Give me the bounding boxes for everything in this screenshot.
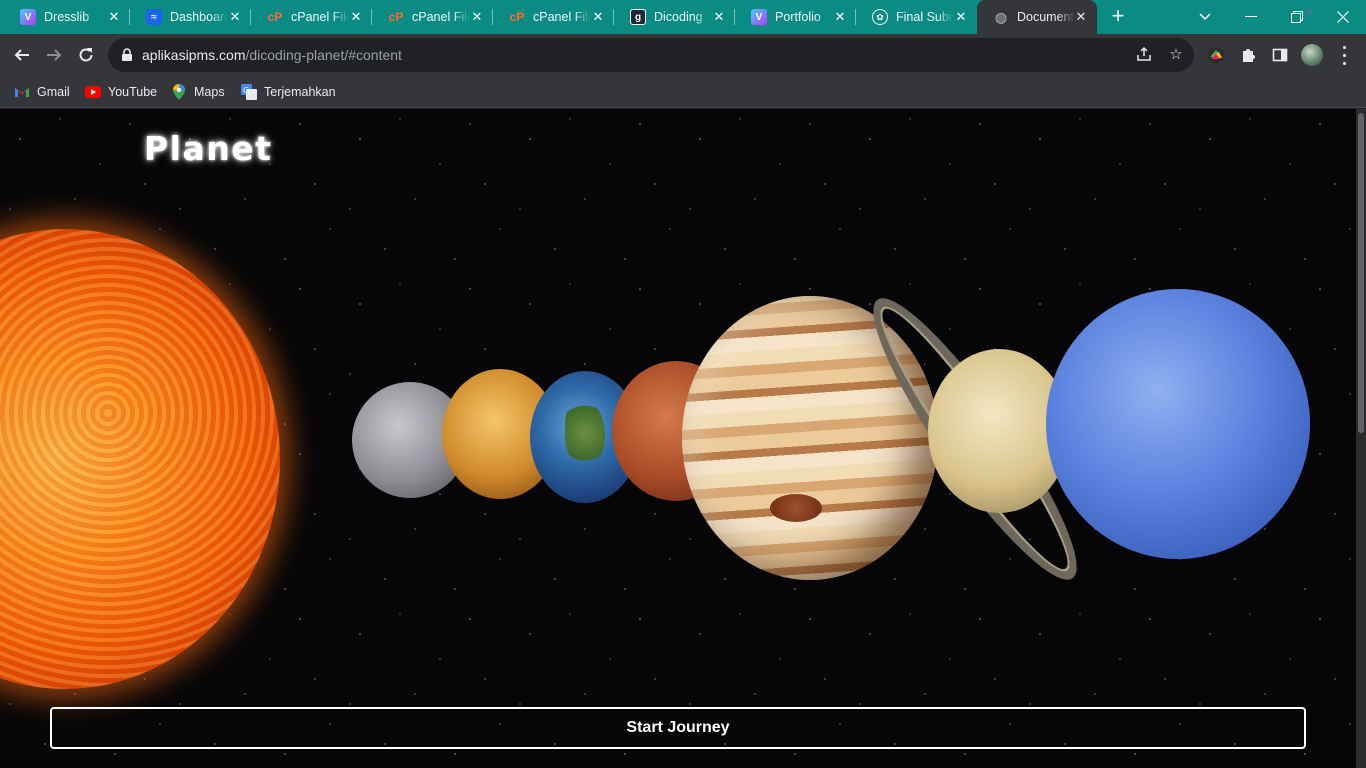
tab-dashboard[interactable]: ≈ Dashboard ✕: [130, 0, 251, 34]
tab-portfolio[interactable]: V Portfolio ✕: [735, 0, 856, 34]
puzzle-icon[interactable]: [1238, 45, 1258, 65]
tab-dicoding[interactable]: g Dicoding ✕: [614, 0, 735, 34]
new-tab-button[interactable]: +: [1106, 5, 1130, 29]
sun-image: [0, 229, 280, 689]
page-scrollbar[interactable]: [1356, 109, 1366, 768]
arrow-left-icon: [14, 49, 29, 61]
chevron-down-icon: [1199, 13, 1211, 21]
close-icon[interactable]: ✕: [348, 9, 364, 25]
lock-icon[interactable]: [120, 48, 134, 62]
tab-cpanel-3[interactable]: cP cPanel File ✕: [493, 0, 614, 34]
bookmark-star-icon[interactable]: ☆: [1167, 46, 1185, 64]
bookmark-translate[interactable]: G Terjemahkan: [241, 81, 336, 103]
neptune-image: [1046, 289, 1310, 559]
tab-final-submission[interactable]: ✿ Final Subm ✕: [856, 0, 977, 34]
tab-document-active[interactable]: ◍ Document ✕: [977, 0, 1097, 34]
minimize-button[interactable]: [1228, 0, 1274, 34]
tab-title: Document: [1017, 10, 1074, 24]
bookmark-youtube[interactable]: YouTube: [85, 81, 157, 103]
browser-toolbar: aplikasipms.com/dicoding-planet/#content…: [0, 34, 1366, 76]
menu-kebab-icon[interactable]: [1336, 43, 1352, 67]
bookmark-maps[interactable]: Maps: [171, 81, 225, 103]
profile-avatar[interactable]: [1301, 44, 1323, 66]
globe-icon: ◍: [994, 8, 1008, 25]
bookmark-label: Maps: [194, 85, 225, 99]
close-icon[interactable]: ✕: [1073, 9, 1089, 25]
cpanel-icon: cP: [388, 10, 404, 24]
bookmarks-bar: Gmail YouTube Maps G Terjemahkan: [0, 76, 1366, 108]
dicoding-icon: g: [630, 9, 646, 25]
svg-text:G: G: [243, 86, 249, 95]
cpanel-icon: cP: [509, 10, 525, 24]
bookmark-label: YouTube: [108, 85, 158, 99]
restore-icon: [1291, 11, 1303, 23]
tab-title: Dicoding: [654, 10, 703, 24]
tab-cpanel-1[interactable]: cP cPanel File ✕: [251, 0, 372, 34]
restore-button[interactable]: [1274, 0, 1320, 34]
tab-title: Final Subm: [896, 10, 954, 24]
minimize-icon: [1245, 16, 1257, 17]
scrollbar-thumb[interactable]: [1358, 113, 1364, 433]
tab-cpanel-2[interactable]: cP cPanel File ✕: [372, 0, 493, 34]
tab-search-button[interactable]: [1182, 0, 1228, 34]
share-icon[interactable]: [1135, 46, 1153, 64]
openai-icon: ✿: [872, 9, 888, 25]
window-close-button[interactable]: [1320, 0, 1366, 34]
bookmark-gmail[interactable]: Gmail: [14, 81, 70, 103]
reload-button[interactable]: [72, 41, 100, 69]
close-icon[interactable]: ✕: [227, 9, 243, 25]
tab-dresslib[interactable]: V Dresslib ✕: [4, 0, 130, 34]
close-icon: [1337, 11, 1349, 23]
close-icon[interactable]: ✕: [832, 9, 848, 25]
side-panel-icon[interactable]: [1270, 45, 1290, 65]
tab-title: cPanel File: [533, 10, 591, 24]
bookmark-label: Gmail: [37, 85, 70, 99]
vite-icon: V: [751, 9, 767, 25]
close-icon[interactable]: ✕: [953, 9, 969, 25]
tab-title: cPanel File: [291, 10, 349, 24]
youtube-icon: [85, 84, 101, 100]
forward-button[interactable]: [40, 41, 68, 69]
address-bar[interactable]: aplikasipms.com/dicoding-planet/#content…: [108, 38, 1194, 72]
tab-title: Dresslib: [44, 10, 90, 24]
url-path: /dicoding-planet/#content: [245, 47, 402, 63]
url-text[interactable]: aplikasipms.com/dicoding-planet/#content: [142, 47, 402, 63]
tab-title: Portfolio: [775, 10, 821, 24]
tab-title: Dashboard: [170, 10, 228, 24]
vite-icon: V: [20, 9, 36, 25]
tab-strip: V Dresslib ✕ ≈ Dashboard ✕ cP cPanel Fil…: [0, 0, 1366, 34]
close-icon[interactable]: ✕: [711, 9, 727, 25]
translate-icon: G: [241, 84, 257, 100]
maps-icon: [171, 84, 187, 100]
bookmark-label: Terjemahkan: [264, 85, 336, 99]
tab-title: cPanel File: [412, 10, 470, 24]
start-journey-button[interactable]: Start Journey: [50, 707, 1306, 749]
cpanel-icon: cP: [267, 10, 283, 24]
page-title: Planet: [144, 129, 273, 168]
back-button[interactable]: [8, 41, 36, 69]
close-icon[interactable]: ✕: [590, 9, 606, 25]
url-host: aplikasipms.com: [142, 47, 246, 63]
close-icon[interactable]: ✕: [469, 9, 485, 25]
dashboard-icon: ≈: [146, 9, 162, 25]
page-content: Planet Start Journey: [0, 109, 1356, 768]
extension-colorful-icon[interactable]: [1206, 45, 1226, 65]
arrow-right-icon: [47, 49, 62, 61]
reload-icon: [79, 48, 93, 62]
close-icon[interactable]: ✕: [106, 9, 122, 25]
gmail-icon: [14, 84, 30, 100]
